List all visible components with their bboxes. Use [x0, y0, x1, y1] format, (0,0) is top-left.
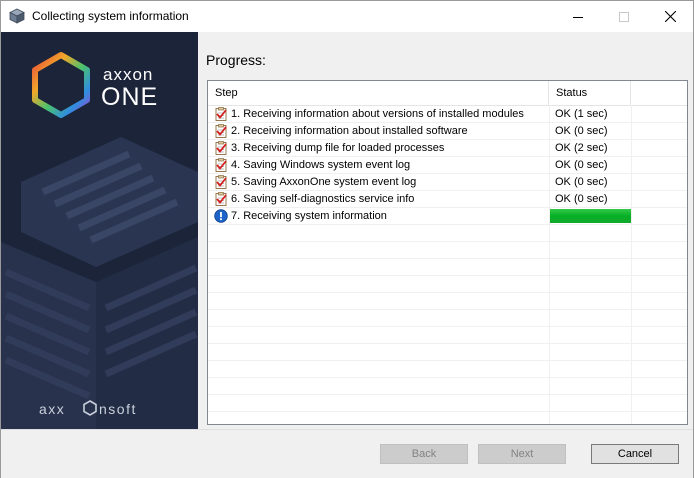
checklist-icon — [215, 124, 227, 138]
empty-row — [208, 276, 687, 293]
empty-row — [208, 378, 687, 395]
empty-row — [208, 344, 687, 361]
empty-row — [208, 293, 687, 310]
list-header: Step Status — [208, 81, 687, 106]
step-text: 3. Receiving dump file for loaded proces… — [231, 142, 445, 154]
list-item[interactable]: 3. Receiving dump file for loaded proces… — [208, 140, 687, 157]
dialog-window: Collecting system information axxon ONE … — [0, 0, 694, 478]
step-text: 2. Receiving information about installed… — [231, 125, 468, 137]
close-button[interactable] — [647, 1, 693, 32]
package-icon — [9, 8, 25, 24]
window-title: Collecting system information — [32, 9, 189, 23]
maximize-button[interactable] — [601, 1, 647, 32]
column-header-status[interactable]: Status — [549, 81, 631, 105]
progress-fill — [550, 209, 631, 223]
checklist-icon — [215, 192, 227, 206]
checklist-icon — [215, 158, 227, 172]
list-item[interactable]: 4. Saving Windows system event log OK (0 … — [208, 157, 687, 174]
status-text: OK (0 sec) — [555, 193, 608, 205]
sidebar-artwork: axxon ONE axx nsoft — [1, 52, 198, 429]
isometric-block-graphic — [1, 137, 198, 429]
button-bar: Back Next Cancel — [1, 429, 693, 478]
step-text: 6. Saving self-diagnostics service info — [231, 193, 415, 205]
empty-row — [208, 310, 687, 327]
cancel-button[interactable]: Cancel — [591, 444, 679, 464]
brand-word-top: axxon — [103, 65, 153, 84]
list-item[interactable]: 6. Saving self-diagnostics service info O… — [208, 191, 687, 208]
checklist-icon — [215, 107, 227, 121]
checklist-icon — [215, 175, 227, 189]
empty-row — [208, 242, 687, 259]
close-icon — [664, 11, 676, 22]
progress-heading: Progress: — [206, 52, 266, 68]
company-wordmark-right: nsoft — [99, 401, 137, 417]
minimize-icon — [573, 16, 583, 18]
list-item[interactable]: 2. Receiving information about installed… — [208, 123, 687, 140]
company-wordmark-left: axx — [39, 401, 65, 417]
step-text: 1. Receiving information about versions … — [231, 108, 524, 120]
brand-sidebar: axxon ONE axx nsoft — [1, 32, 198, 429]
step-text: 7. Receiving system information — [231, 210, 387, 222]
empty-row — [208, 361, 687, 378]
minimize-button[interactable] — [555, 1, 601, 32]
status-text: OK (1 sec) — [555, 108, 608, 120]
step-progress-bar — [550, 209, 631, 223]
main-content: Progress: Step Status 1. Receiving infor… — [198, 32, 693, 429]
checklist-icon — [215, 141, 227, 155]
column-header-step[interactable]: Step — [208, 81, 549, 105]
step-text: 4. Saving Windows system event log — [231, 159, 411, 171]
empty-row — [208, 225, 687, 242]
list-item[interactable]: 1. Receiving information about versions … — [208, 106, 687, 123]
maximize-icon — [619, 11, 629, 22]
brand-word-bottom: ONE — [101, 83, 158, 111]
info-icon — [214, 209, 228, 223]
status-text: OK (0 sec) — [555, 125, 608, 137]
step-text: 5. Saving AxxonOne system event log — [231, 176, 417, 188]
empty-row — [208, 395, 687, 412]
empty-row — [208, 259, 687, 276]
axxon-hexagon-logo — [32, 52, 90, 118]
empty-row — [208, 327, 687, 344]
status-text: OK (0 sec) — [555, 159, 608, 171]
list-item[interactable]: 5. Saving AxxonOne system event log OK (0… — [208, 174, 687, 191]
status-text: OK (0 sec) — [555, 176, 608, 188]
next-button[interactable]: Next — [478, 444, 566, 464]
list-item[interactable]: 7. Receiving system information — [208, 208, 687, 225]
status-text: OK (2 sec) — [555, 142, 608, 154]
back-button[interactable]: Back — [380, 444, 468, 464]
steps-list[interactable]: Step Status 1. Receiving information abo… — [207, 80, 688, 425]
title-bar: Collecting system information — [1, 1, 693, 32]
